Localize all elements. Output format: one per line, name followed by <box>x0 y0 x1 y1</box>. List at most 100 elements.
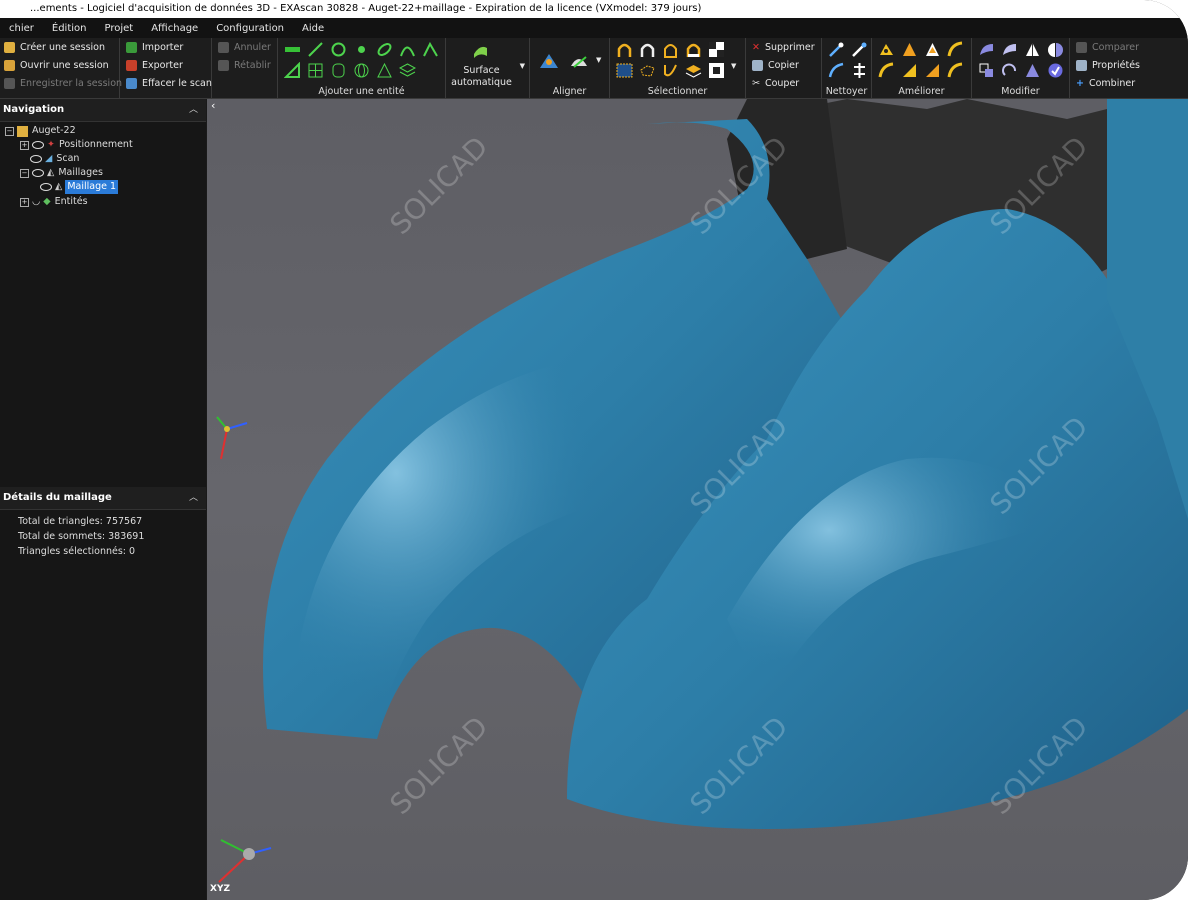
offset-icon[interactable] <box>1001 41 1018 58</box>
collapse-chevron-icon[interactable]: ︿ <box>189 99 198 121</box>
magic-wand-icon[interactable] <box>828 41 845 58</box>
tree-item-meshes[interactable]: − ◭ Maillages <box>20 166 103 180</box>
curve-icon[interactable] <box>399 41 416 58</box>
smooth-icon[interactable] <box>828 62 845 79</box>
export-icon <box>126 59 137 71</box>
3d-viewport[interactable]: ‹ SOLICAD SOLICAD SOLICAD SOLICAD SOLICA… <box>207 99 1188 900</box>
transform-icon[interactable] <box>978 62 995 79</box>
triangle-icon[interactable] <box>283 61 301 79</box>
list-icon <box>1076 59 1087 71</box>
slot-icon[interactable] <box>376 41 393 58</box>
select-arch-white-icon[interactable] <box>639 41 656 58</box>
tree-item-mesh-1[interactable]: ◭ Maillage 1 <box>40 180 119 194</box>
menu-edit[interactable]: Édition <box>43 23 96 34</box>
lasso-select-icon[interactable] <box>639 62 656 79</box>
select-checker-icon[interactable] <box>708 41 725 58</box>
collapse-icon[interactable]: − <box>20 168 29 178</box>
visibility-eye-icon[interactable] <box>30 155 42 163</box>
menu-file[interactable]: chier <box>0 23 43 34</box>
triangle-count: Total de triangles: 757567 <box>18 516 143 527</box>
cone-icon[interactable] <box>376 62 393 79</box>
visibility-eye-icon[interactable] <box>32 141 44 149</box>
bridge-icon[interactable] <box>878 62 895 79</box>
copy-button[interactable]: Copier <box>752 56 799 74</box>
warning-triangle-icon[interactable] <box>901 41 918 58</box>
cylinder-icon[interactable] <box>330 62 347 79</box>
menu-configuration[interactable]: Configuration <box>207 23 293 34</box>
shell-icon[interactable] <box>978 41 995 58</box>
properties-button[interactable]: Propriétés <box>1076 56 1140 74</box>
decimate-icon[interactable] <box>851 62 868 79</box>
circle-icon[interactable] <box>330 41 347 58</box>
copy-icon <box>752 59 763 71</box>
menu-project[interactable]: Projet <box>96 23 143 34</box>
surface-auto-group[interactable]: Surface automatique ▼ <box>446 38 530 98</box>
dropdown-arrow-icon[interactable]: ▼ <box>596 56 601 64</box>
collapse-chevron-icon[interactable]: ︿ <box>189 487 198 509</box>
file-group: Importer Exporter Effacer le scan <box>120 38 212 98</box>
point-icon[interactable] <box>353 41 370 58</box>
split-icon[interactable] <box>1024 41 1041 58</box>
plus-icon: + <box>1076 77 1084 89</box>
visibility-eye-icon[interactable] <box>40 183 52 191</box>
expand-icon[interactable]: + <box>20 140 29 150</box>
cut-button[interactable]: ✂ Couper <box>752 74 799 92</box>
undo-button[interactable]: Annuler <box>218 38 271 56</box>
brush-select-icon[interactable] <box>662 62 679 79</box>
entities-icon: ◆ <box>43 196 51 207</box>
axis-labels: XYZ <box>210 884 230 894</box>
best-fit-icon[interactable] <box>568 50 590 72</box>
scan-icon: ◢ <box>45 153 53 164</box>
select-arch-fill-icon[interactable] <box>685 41 702 58</box>
app-window: ...ements - Logiciel d'acquisition de do… <box>0 0 1188 900</box>
rectangle-select-icon[interactable] <box>616 62 633 79</box>
invert-select-icon[interactable] <box>708 62 725 79</box>
visibility-eye-icon[interactable] <box>32 169 44 177</box>
line-icon[interactable] <box>307 41 324 58</box>
plane-icon[interactable] <box>284 41 301 58</box>
save-session-button[interactable]: Enregistrer la session <box>4 74 122 92</box>
undo-icon <box>218 41 229 53</box>
select-arch-icon[interactable] <box>616 41 633 58</box>
corner-fill-icon[interactable] <box>924 62 941 79</box>
open-session-button[interactable]: Ouvrir une session <box>4 56 109 74</box>
tree-item-entities[interactable]: + ◡ ◆ Entités <box>20 195 88 209</box>
new-session-icon <box>4 41 15 53</box>
project-icon <box>17 125 28 137</box>
curve-fix-icon[interactable] <box>947 41 964 58</box>
clear-scan-button[interactable]: Effacer le scan <box>126 74 212 92</box>
create-session-button[interactable]: Créer une session <box>4 38 105 56</box>
mesh-details-panel: Détails du maillage ︿ Total de triangles… <box>0 487 206 559</box>
tree-item-root[interactable]: − Auget-22 <box>5 124 76 138</box>
wand-icon[interactable] <box>851 41 868 58</box>
layers-icon[interactable] <box>398 62 417 79</box>
compare-button[interactable]: Comparer <box>1076 38 1139 56</box>
select-layer-icon[interactable] <box>685 62 702 79</box>
align-icon[interactable] <box>538 50 560 72</box>
collapse-icon[interactable]: − <box>5 126 14 136</box>
tree-item-positioning[interactable]: + ✦ Positionnement <box>20 138 133 152</box>
sphere-icon[interactable] <box>353 62 370 79</box>
mesh-triangle-icon[interactable] <box>924 41 941 58</box>
fill-holes-icon[interactable] <box>878 41 895 58</box>
fill-triangle-icon[interactable] <box>901 62 918 79</box>
export-button[interactable]: Exporter <box>126 56 183 74</box>
menu-view[interactable]: Affichage <box>142 23 207 34</box>
combine-button[interactable]: + Combiner <box>1076 74 1135 92</box>
select-arch-outline-icon[interactable] <box>662 41 679 58</box>
scale-icon[interactable] <box>1024 62 1041 79</box>
polyline-icon[interactable] <box>422 41 439 58</box>
validate-icon[interactable] <box>1047 62 1064 79</box>
tree-item-scan[interactable]: ◢ Scan <box>30 152 79 166</box>
redo-button[interactable]: Rétablir <box>218 56 271 74</box>
round-edge-icon[interactable] <box>947 62 964 79</box>
mirror-icon[interactable] <box>1047 41 1064 58</box>
import-button[interactable]: Importer <box>126 38 183 56</box>
expand-icon[interactable]: + <box>20 197 29 207</box>
grid-icon[interactable] <box>307 62 324 79</box>
delete-button[interactable]: ✕ Supprimer <box>752 38 815 56</box>
dropdown-arrow-icon[interactable]: ▼ <box>520 62 525 70</box>
rotate-icon[interactable] <box>1001 62 1018 79</box>
dropdown-arrow-icon[interactable]: ▼ <box>731 62 736 79</box>
menu-help[interactable]: Aide <box>293 23 333 34</box>
